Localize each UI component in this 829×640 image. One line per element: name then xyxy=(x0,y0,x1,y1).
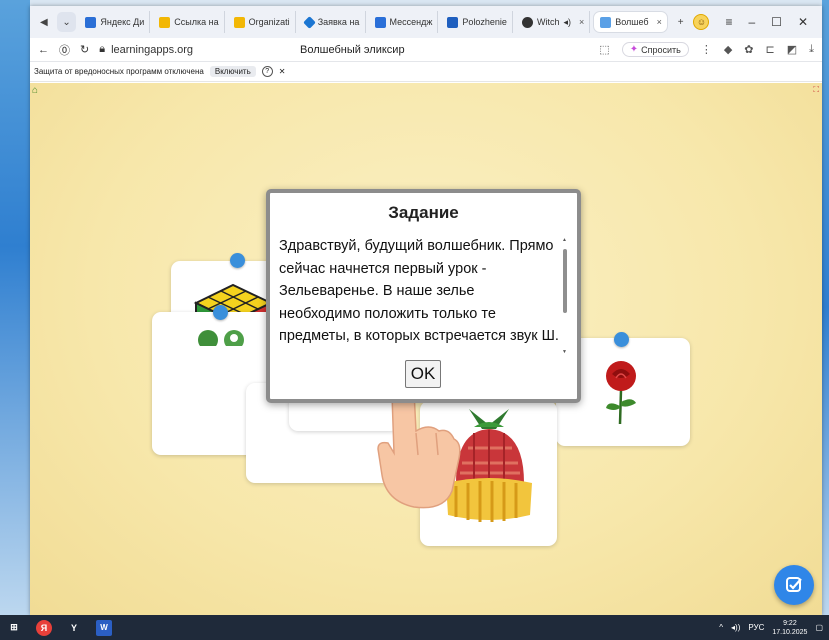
tab-application[interactable]: Заявка на xyxy=(299,11,366,33)
close-tab-icon[interactable]: × xyxy=(579,17,584,27)
collections-icon[interactable]: ◩ xyxy=(787,43,797,56)
word-icon[interactable]: W xyxy=(96,619,112,636)
learningapps-icon xyxy=(600,16,612,28)
language-indicator[interactable]: РУС xyxy=(748,623,764,632)
cloud-icon xyxy=(85,16,97,28)
notifications-icon[interactable]: ▢ xyxy=(815,623,823,632)
download-icon[interactable]: ⤓ xyxy=(809,43,814,56)
messenger-icon xyxy=(374,16,386,28)
sparkle-icon: ✦ xyxy=(629,44,639,55)
learningapps-icon xyxy=(159,16,171,28)
windows-taskbar: ⊞ Я Y W ^ ◂)) РУС 9:22 17.10.2025 ▢ xyxy=(0,615,829,640)
close-tab-icon[interactable]: × xyxy=(657,17,662,27)
ok-button[interactable]: OK xyxy=(405,360,441,388)
tabs-dropdown-icon[interactable]: ⌄ xyxy=(56,12,77,32)
dialog-title: Задание xyxy=(388,203,459,222)
yandex-browser-icon[interactable]: Я xyxy=(36,619,52,636)
chrome-icon xyxy=(521,16,533,28)
enable-protection-button[interactable]: Включить xyxy=(209,66,256,77)
close-bar-icon[interactable]: ✕ xyxy=(279,67,286,76)
new-tab-icon[interactable]: + xyxy=(671,12,691,32)
connection-pin[interactable] xyxy=(230,253,245,268)
protection-bar: Защита от вредоносных программ отключена… xyxy=(30,62,822,82)
tab-link[interactable]: Ссылка на xyxy=(153,11,225,33)
connection-pin[interactable] xyxy=(614,332,629,347)
alice-icon[interactable]: ☺ xyxy=(693,14,710,30)
rose-icon xyxy=(606,361,636,425)
fullscreen-icon[interactable]: ⛶ xyxy=(813,85,819,95)
frog-icon xyxy=(198,330,244,346)
yandex-icon[interactable]: Y xyxy=(66,620,82,636)
tab-polozhenie[interactable]: Polozhenie xyxy=(441,11,513,33)
tab-witch[interactable]: Witch ◂) × xyxy=(516,11,591,33)
windows-start-icon[interactable]: ⊞ xyxy=(6,620,22,636)
learningapps-icon xyxy=(233,16,245,28)
yandex-id-icon[interactable]: ⓪ xyxy=(59,42,70,58)
page-title: Волшебный эликсир xyxy=(300,44,405,56)
check-icon xyxy=(786,577,802,592)
connection-pin[interactable] xyxy=(213,305,228,320)
window-controls: ☺ ≡ – ☐ ✕ xyxy=(693,14,818,30)
diamond-icon xyxy=(302,15,316,29)
tray-arrow-icon[interactable]: ^ xyxy=(719,623,723,632)
dialog-scrollbar[interactable]: ▲ ▼ xyxy=(562,237,568,355)
desktop-wallpaper-right xyxy=(822,0,829,615)
more-icon[interactable]: ⋮ xyxy=(701,43,712,56)
tab-volshebny[interactable]: Волшеб × xyxy=(593,11,668,33)
scroll-up-icon[interactable]: ▲ xyxy=(562,237,567,243)
tab-strip: ◀ ⌄ Яндекс Ди Ссылка на Organizati Заявк… xyxy=(30,6,822,38)
volume-icon[interactable]: ◂)) xyxy=(731,623,740,632)
ask-button[interactable]: ✦ Спросить xyxy=(621,42,689,57)
check-answers-button[interactable] xyxy=(774,565,814,605)
url-field[interactable]: 🔒︎ learningapps.org xyxy=(99,43,193,56)
menu-icon[interactable]: ≡ xyxy=(725,15,732,29)
system-tray: ^ ◂)) РУС 9:22 17.10.2025 ▢ xyxy=(719,619,823,637)
clock[interactable]: 9:22 17.10.2025 xyxy=(772,619,807,637)
back-icon[interactable]: ← xyxy=(38,44,49,56)
address-bar: ← ⓪ ↻ 🔒︎ learningapps.org ⬚ ✦ Спросить ⋮… xyxy=(30,38,822,62)
reload-icon[interactable]: ↻ xyxy=(80,43,89,56)
address-bar-actions: ⬚ ✦ Спросить ⋮ ◆ ✿ ⊏ ◩ ⤓ xyxy=(599,42,814,57)
task-dialog: Задание Здравствуй, будущий волшебник. П… xyxy=(266,189,581,403)
minimize-icon[interactable]: – xyxy=(748,15,755,29)
close-window-icon[interactable]: ✕ xyxy=(798,15,808,29)
desktop-wallpaper-left xyxy=(0,0,30,615)
extension-icon[interactable]: ✿ xyxy=(744,43,753,56)
help-icon[interactable]: ? xyxy=(261,66,273,77)
tab-messenger[interactable]: Мессендж xyxy=(369,11,439,33)
dialog-text: Здравствуй, будущий волшебник. Прямо сей… xyxy=(279,238,559,345)
sound-icon[interactable]: ◀ xyxy=(34,12,54,32)
lock-icon: 🔒︎ xyxy=(99,43,106,55)
scroll-thumb[interactable] xyxy=(563,249,567,313)
shield-icon[interactable]: ◆ xyxy=(724,43,732,56)
learningapps-canvas: ⌂ ⛶ Задание Здравствуй, будущий волшебни… xyxy=(30,83,822,615)
tab-organization[interactable]: Organizati xyxy=(228,11,296,33)
scroll-down-icon[interactable]: ▼ xyxy=(562,349,567,355)
bookmark-icon[interactable]: ⬚ xyxy=(599,43,609,56)
browser-window: ◀ ⌄ Яндекс Ди Ссылка на Organizati Заявк… xyxy=(30,6,822,615)
word-icon xyxy=(447,16,459,28)
maximize-icon[interactable]: ☐ xyxy=(771,15,782,29)
reader-icon[interactable]: ⊏ xyxy=(766,43,775,56)
learningapps-logo-icon[interactable]: ⌂ xyxy=(32,85,38,96)
speaker-icon: ◂) xyxy=(563,16,571,27)
tab-yandex-disk[interactable]: Яндекс Ди xyxy=(79,11,151,33)
